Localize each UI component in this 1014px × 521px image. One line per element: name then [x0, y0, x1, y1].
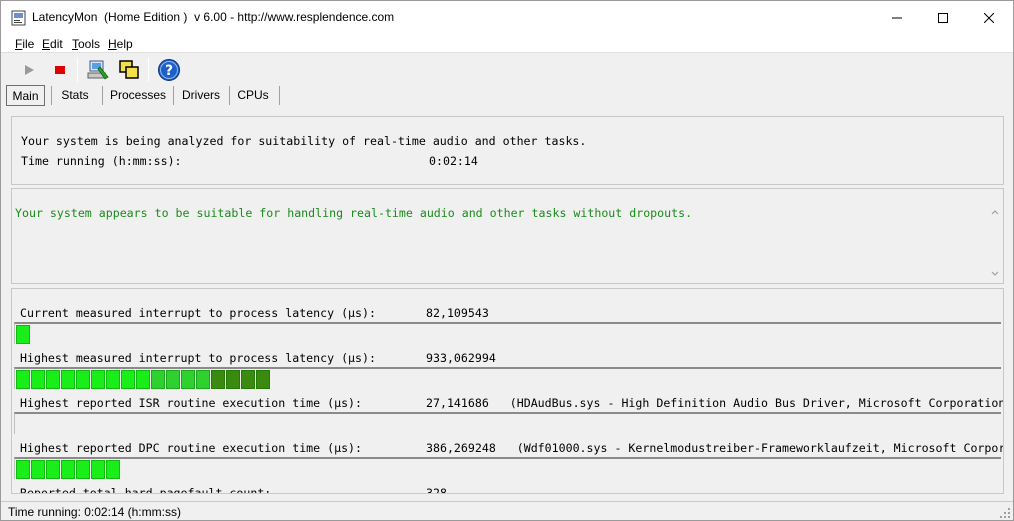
- latency-bar-fill: [16, 370, 271, 389]
- latency-bar-segment: [241, 370, 255, 389]
- status-bar: Time running: 0:02:14 (h:mm:ss): [1, 501, 1013, 520]
- maximize-icon: [938, 12, 948, 23]
- tab-main[interactable]: Main: [6, 85, 45, 106]
- stop-button[interactable]: [47, 57, 73, 83]
- latency-bar-segment: [31, 460, 45, 479]
- latency-bar-segment: [106, 370, 120, 389]
- verdict-scrollbar[interactable]: [988, 205, 1002, 283]
- metric-label: Highest measured interrupt to process la…: [20, 351, 376, 365]
- metrics-panel: Current measured interrupt to process la…: [11, 288, 1004, 494]
- metric-label: Highest reported ISR routine execution t…: [20, 396, 363, 410]
- latencymon-window: LatencyMon (Home Edition ) v 6.00 - http…: [0, 0, 1014, 521]
- toolbar: ?: [1, 54, 1013, 85]
- menu-tools[interactable]: Tools: [72, 37, 100, 51]
- latency-bar-segment: [136, 370, 150, 389]
- latency-bar-segment: [61, 370, 75, 389]
- scroll-down-arrow[interactable]: [988, 267, 1002, 281]
- latency-bar-segment: [46, 460, 60, 479]
- metric-value: 82,109543: [426, 306, 489, 320]
- copy-windows-button[interactable]: [116, 57, 142, 83]
- app-icon: [11, 10, 26, 26]
- metric-label: Current measured interrupt to process la…: [20, 306, 376, 320]
- latency-bar-segment: [76, 370, 90, 389]
- svg-text:?: ?: [165, 63, 173, 79]
- start-button[interactable]: [16, 57, 42, 83]
- metric-value: 27,141686 (HDAudBus.sys - High Definitio…: [426, 396, 1004, 410]
- tab-bar: Main Stats Processes Drivers CPUs: [1, 85, 1013, 107]
- close-button[interactable]: [966, 1, 1012, 34]
- latency-bar-fill: [16, 460, 121, 479]
- metric-value: 933,062994: [426, 351, 496, 365]
- menu-bar: File Edit Tools Help: [1, 34, 1013, 53]
- latency-bar-segment: [16, 325, 30, 344]
- time-running-label: Time running (h:mm:ss):: [21, 154, 182, 168]
- time-running-value: 0:02:14: [429, 154, 478, 168]
- latency-bar-segment: [46, 370, 60, 389]
- latency-bar-segment: [16, 370, 30, 389]
- chevron-down-icon: [991, 271, 999, 276]
- analysis-summary-panel: Your system is being analyzed for suitab…: [11, 116, 1004, 185]
- latency-bar-segment: [61, 460, 75, 479]
- driver-update-button[interactable]: [85, 57, 111, 83]
- title-bar[interactable]: LatencyMon (Home Edition ) v 6.00 - http…: [1, 1, 1013, 34]
- latency-bar-segment: [181, 370, 195, 389]
- window-title: LatencyMon (Home Edition ) v 6.00 - http…: [32, 10, 395, 24]
- latency-bar-fill: [16, 325, 31, 344]
- tab-drivers[interactable]: Drivers: [179, 85, 223, 106]
- menu-edit[interactable]: Edit: [42, 37, 63, 51]
- chevron-up-icon: [991, 210, 999, 215]
- latency-bar-segment: [166, 370, 180, 389]
- metric-value: 386,269248 (Wdf01000.sys - Kernelmodustr…: [426, 441, 1004, 455]
- latency-bar-segment: [211, 370, 225, 389]
- latency-bar-segment: [256, 370, 270, 389]
- status-bar-text: Time running: 0:02:14 (h:mm:ss): [8, 505, 181, 519]
- latency-bar-segment: [91, 460, 105, 479]
- tab-separator: [173, 86, 174, 105]
- help-button[interactable]: ?: [156, 57, 182, 83]
- metric-label: Highest reported DPC routine execution t…: [20, 441, 363, 455]
- help-icon: ?: [158, 59, 180, 81]
- latency-bar-segment: [151, 370, 165, 389]
- play-icon: [25, 65, 34, 75]
- toolbar-separator: [148, 58, 149, 82]
- toolbar-separator: [77, 58, 78, 82]
- latency-bar-segment: [76, 460, 90, 479]
- copy-windows-icon: [119, 60, 139, 79]
- latency-bar-segment: [91, 370, 105, 389]
- metric-value: 328: [426, 486, 447, 494]
- menu-help[interactable]: Help: [108, 37, 133, 51]
- tab-stats[interactable]: Stats: [57, 85, 93, 106]
- tab-separator: [229, 86, 230, 105]
- verdict-text: Your system appears to be suitable for h…: [15, 206, 693, 220]
- resize-grip-icon[interactable]: [999, 507, 1011, 519]
- latency-bar: [14, 457, 1001, 479]
- latency-bar-segment: [226, 370, 240, 389]
- metric-label: Reported total hard pagefault count:: [20, 486, 272, 494]
- latency-bar: [14, 322, 1001, 344]
- maximize-button[interactable]: [920, 1, 966, 34]
- latency-bar: [14, 367, 1001, 389]
- tab-processes[interactable]: Processes: [108, 85, 168, 106]
- analyzing-text: Your system is being analyzed for suitab…: [21, 134, 587, 148]
- latency-bar-segment: [121, 370, 135, 389]
- latency-bar-segment: [16, 460, 30, 479]
- verdict-panel[interactable]: Your system appears to be suitable for h…: [11, 188, 1004, 284]
- latency-bar: [14, 412, 1001, 434]
- tab-cpus[interactable]: CPUs: [235, 85, 271, 106]
- latency-bar-segment: [31, 370, 45, 389]
- minimize-button[interactable]: [874, 1, 920, 34]
- close-icon: [984, 12, 994, 23]
- menu-file[interactable]: File: [15, 37, 34, 51]
- latency-bar-segment: [106, 460, 120, 479]
- driver-update-icon: [87, 60, 109, 80]
- latency-bar-segment: [196, 370, 210, 389]
- scroll-up-arrow[interactable]: [988, 205, 1002, 219]
- tab-separator: [51, 86, 52, 105]
- tab-separator: [102, 86, 103, 105]
- tab-separator: [279, 86, 280, 105]
- stop-icon: [55, 66, 65, 74]
- minimize-icon: [892, 17, 902, 18]
